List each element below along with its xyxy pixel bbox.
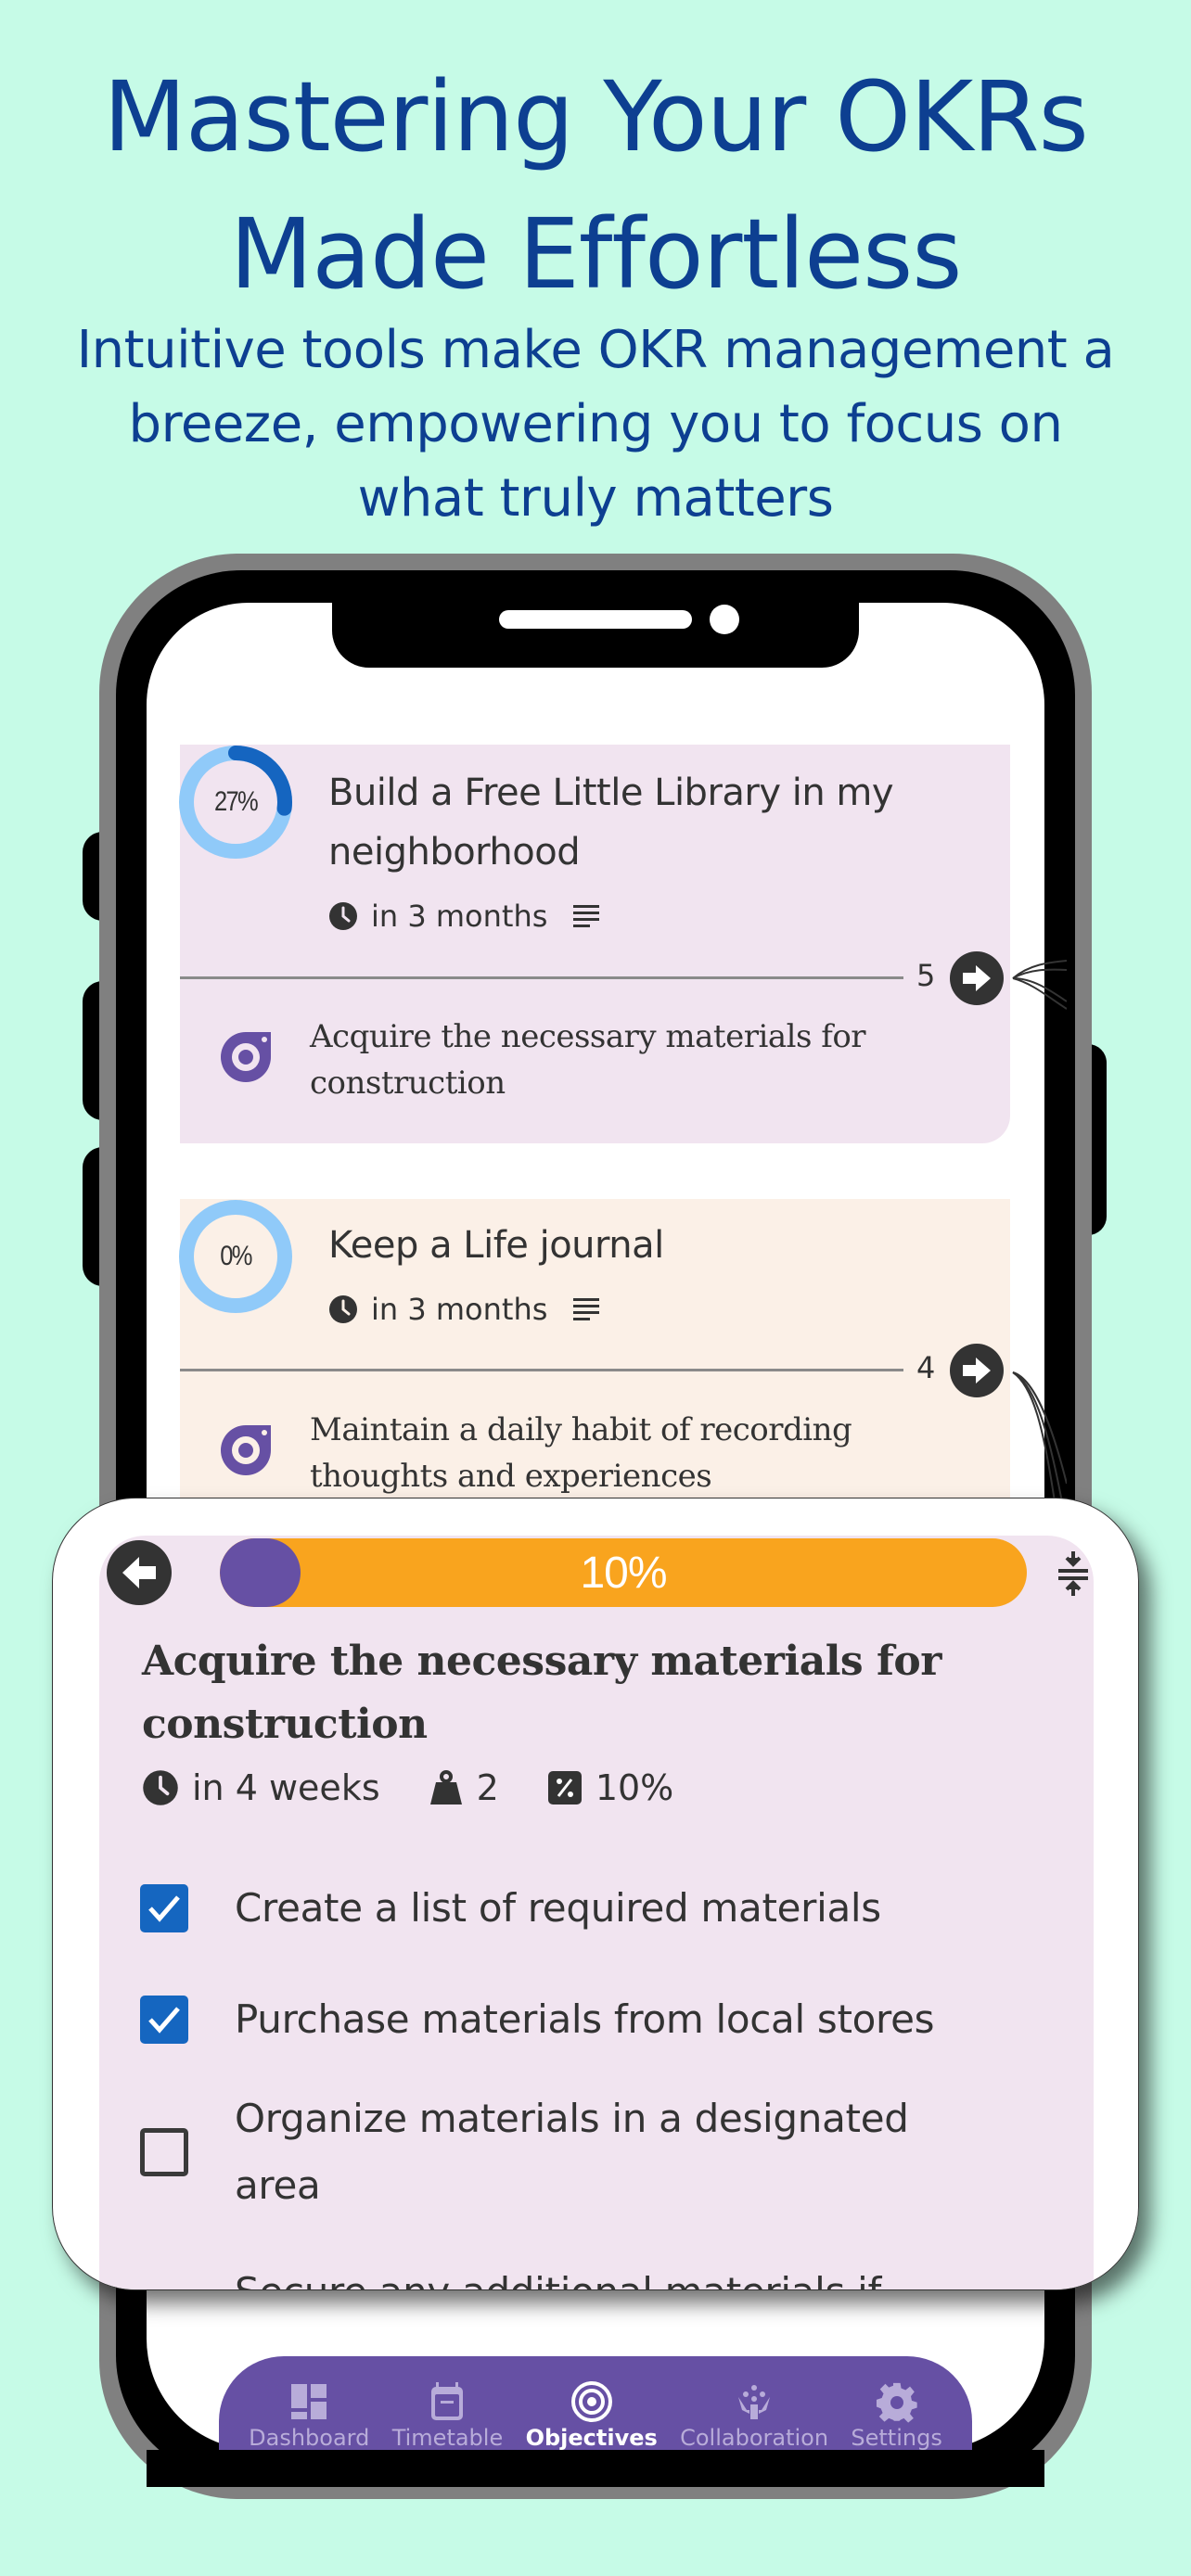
- objective-title-line-2: neighborhood: [328, 831, 581, 874]
- arrow-right-icon: [963, 1358, 991, 1384]
- task-checkbox[interactable]: [140, 2128, 188, 2176]
- checkmark-icon: [148, 1895, 180, 1922]
- dashboard-icon: [291, 2384, 327, 2419]
- weight-info: 2: [429, 1767, 499, 1808]
- key-result-text-line-1: Maintain a daily habit of recording: [310, 1411, 852, 1448]
- divider: [180, 1369, 903, 1371]
- subheadline-line-3: what truly matters: [357, 468, 834, 529]
- detail-title-line-1: Acquire the necessary materials for: [142, 1638, 941, 1685]
- task-label-line-2: area: [235, 2162, 321, 2208]
- progress-bar[interactable]: 10%: [220, 1538, 1027, 1607]
- next-button[interactable]: [950, 1344, 1004, 1397]
- task-label: Purchase materials from local stores: [235, 1996, 935, 2042]
- phone-bezel-bottom: [147, 2450, 1044, 2487]
- objective-due: in 3 months: [371, 899, 548, 934]
- task-checkbox[interactable]: [140, 1884, 188, 1932]
- key-result-text[interactable]: Acquire the necessary materials for cons…: [310, 1014, 922, 1106]
- task-item[interactable]: Organize materials in a designated area: [140, 2085, 1031, 2219]
- task-checkbox[interactable]: [140, 1996, 188, 2044]
- phone-speaker: [499, 610, 692, 629]
- percent-info: 10%: [547, 1767, 673, 1808]
- nav-item-objectives[interactable]: Objectives: [526, 2380, 658, 2451]
- detail-meta: in 4 weeks 2 10%: [142, 1767, 722, 1808]
- nav-label-collaboration: Collaboration: [680, 2425, 829, 2451]
- arrow-right-icon: [963, 965, 991, 991]
- key-result-count: 4: [916, 1350, 936, 1385]
- nav-item-timetable[interactable]: Timetable: [391, 2380, 504, 2451]
- key-result-text-line-2: thoughts and experiences: [310, 1458, 712, 1495]
- task-label: Create a list of required materials: [235, 1885, 881, 1931]
- description-icon[interactable]: [573, 904, 600, 928]
- objective-card[interactable]: 27% Build a Free Little Library in my ne…: [179, 745, 1010, 1143]
- task-label: Organize materials in a designated area: [235, 2085, 1031, 2219]
- nav-item-dashboard[interactable]: Dashboard: [249, 2380, 369, 2451]
- subheadline: Intuitive tools make OKR management a br…: [37, 313, 1154, 536]
- detail-title-line-2: construction: [142, 1701, 428, 1748]
- divider: [180, 976, 903, 979]
- progress-bar-label: 10%: [580, 1548, 667, 1598]
- key-result-icon: [221, 1425, 271, 1475]
- progress-ring-label: 27%: [214, 786, 259, 817]
- task-label-line-1: Organize materials in a designated: [235, 2096, 909, 2141]
- gear-icon: [876, 2382, 917, 2423]
- target-icon: [570, 2381, 612, 2422]
- connector-lines: [1012, 960, 1067, 1522]
- subheadline-line-2: breeze, empowering you to focus on: [128, 394, 1063, 454]
- headline-line-2: Made Effortless: [229, 198, 963, 311]
- description-icon[interactable]: [573, 1297, 600, 1321]
- back-button[interactable]: [107, 1540, 172, 1605]
- weight-icon: [429, 1770, 462, 1804]
- headline-line-1: Mastering Your OKRs: [103, 60, 1089, 173]
- progress-ring-label: 0%: [220, 1241, 252, 1271]
- objective-title-line-1: Keep a Life journal: [328, 1224, 664, 1267]
- key-result-icon: [221, 1032, 271, 1082]
- nav-label-objectives: Objectives: [525, 2425, 658, 2451]
- subheadline-line-1: Intuitive tools make OKR management a: [76, 320, 1115, 380]
- task-label: Secure any additional materials if: [235, 2259, 1031, 2289]
- detail-title[interactable]: Acquire the necessary materials for cons…: [142, 1630, 995, 1756]
- nav-item-settings[interactable]: Settings: [851, 2380, 942, 2451]
- task-item[interactable]: Purchase materials from local stores: [140, 1986, 1031, 2053]
- due-info: in 4 weeks: [142, 1767, 380, 1808]
- nav-label-timetable: Timetable: [391, 2425, 504, 2451]
- nav-item-collaboration[interactable]: Collaboration: [680, 2380, 828, 2451]
- key-result-text[interactable]: Maintain a daily habit of recording thou…: [310, 1407, 922, 1499]
- objective-meta: in 3 months: [328, 899, 600, 934]
- task-item[interactable]: Secure any additional materials if: [140, 2259, 1031, 2289]
- objective-meta: in 3 months: [328, 1292, 600, 1327]
- checkmark-icon: [148, 2007, 180, 2034]
- key-result-count: 5: [916, 958, 936, 993]
- bottom-navigation: Dashboard Timetable Objectives Collabora…: [219, 2356, 972, 2456]
- key-result-text-line-2: construction: [310, 1065, 506, 1102]
- percent-icon: [547, 1771, 582, 1804]
- clock-icon: [329, 902, 357, 930]
- objective-card[interactable]: 0% Keep a Life journal in 3 months 4 Mai…: [179, 1199, 1010, 1542]
- next-button[interactable]: [950, 951, 1004, 1005]
- nav-label-dashboard: Dashboard: [249, 2425, 370, 2451]
- collapse-icon[interactable]: [1055, 1549, 1092, 1598]
- clock-icon: [329, 1295, 357, 1323]
- clock-icon: [143, 1770, 178, 1805]
- detail-percent: 10%: [595, 1767, 674, 1808]
- objective-due: in 3 months: [371, 1292, 548, 1327]
- phone-notch: [332, 593, 859, 668]
- nav-label-settings: Settings: [851, 2425, 942, 2451]
- key-result-text-line-1: Acquire the necessary materials for: [310, 1018, 866, 1055]
- arrow-left-icon: [122, 1557, 156, 1588]
- objective-title-line-1: Build a Free Little Library in my: [328, 772, 894, 814]
- headline: Mastering Your OKRs Made Effortless: [0, 48, 1191, 323]
- calendar-icon: [431, 2382, 464, 2420]
- collaboration-icon: [738, 2385, 771, 2419]
- phone-camera: [710, 605, 739, 634]
- task-item[interactable]: Create a list of required materials: [140, 1875, 1031, 1942]
- detail-weight: 2: [476, 1767, 499, 1808]
- objective-title[interactable]: Keep a Life journal: [328, 1216, 996, 1275]
- objective-title[interactable]: Build a Free Little Library in my neighb…: [328, 763, 996, 882]
- key-result-detail-card: 10% Acquire the necessary materials for …: [52, 1498, 1139, 2290]
- detail-due: in 4 weeks: [192, 1767, 380, 1808]
